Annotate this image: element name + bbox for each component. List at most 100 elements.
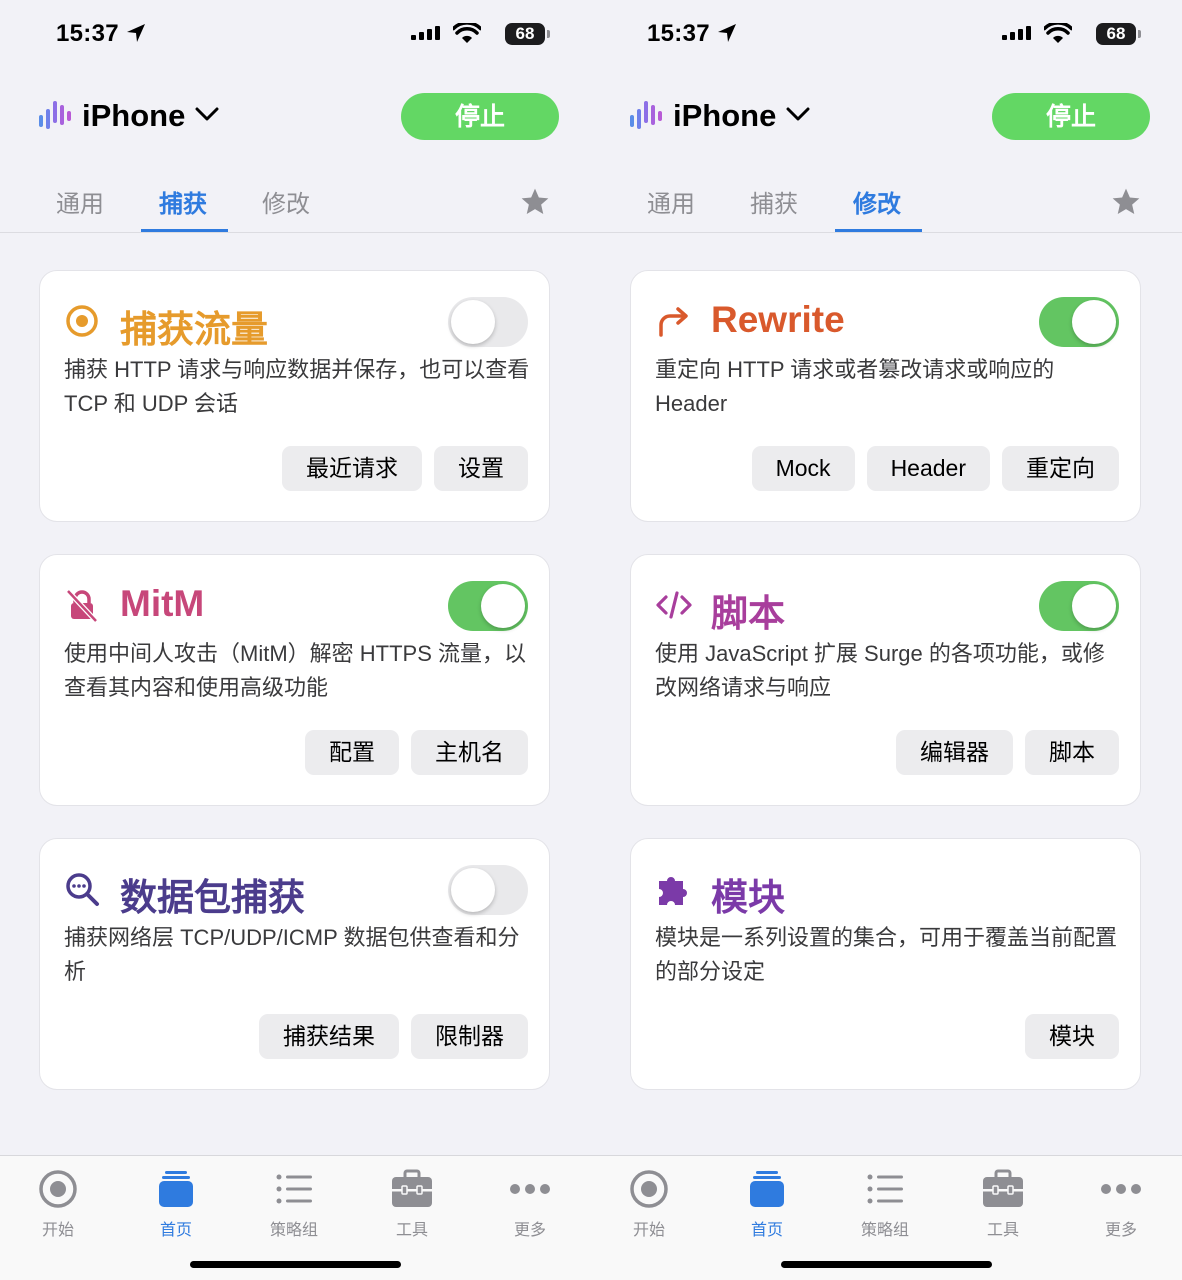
card-title: Rewrite: [711, 299, 845, 340]
tabbar-label: 工具: [986, 1222, 1019, 1239]
tabbar-item-start[interactable]: 开始: [3, 1168, 113, 1240]
settings-button[interactable]: 设置: [434, 446, 528, 491]
battery-indicator: 68: [505, 23, 550, 45]
puzzle-icon: [655, 871, 691, 907]
lock-slash-icon: [64, 587, 100, 623]
stop-button[interactable]: 停止: [401, 93, 559, 140]
tab-modify[interactable]: 修改: [262, 184, 310, 219]
tab-general[interactable]: 通用: [647, 184, 695, 219]
tabbar-label: 开始: [632, 1222, 665, 1239]
tabbar-item-start[interactable]: 开始: [594, 1168, 704, 1240]
star-icon[interactable]: [1110, 186, 1142, 223]
config-button[interactable]: 配置: [305, 730, 399, 775]
status-bar: 15:37 68: [0, 20, 591, 50]
surge-logo-icon: [629, 99, 663, 134]
tabbar-item-policy-groups[interactable]: 策略组: [830, 1168, 940, 1240]
wifi-icon: [1042, 21, 1074, 50]
tabbar-item-policy-groups[interactable]: 策略组: [239, 1168, 349, 1240]
device-selector[interactable]: iPhone: [38, 94, 219, 138]
card-title: MitM: [120, 583, 205, 624]
card-title: 模块: [711, 877, 785, 918]
tabbar-item-more[interactable]: 更多: [1066, 1168, 1176, 1240]
header-button[interactable]: Header: [866, 446, 990, 491]
tabbar-label: 开始: [41, 1222, 74, 1239]
list-icon: [239, 1168, 349, 1210]
limiter-button[interactable]: 限制器: [411, 1014, 528, 1059]
tabbar-label: 更多: [513, 1222, 546, 1239]
card-title: 脚本: [711, 593, 785, 634]
device-selector[interactable]: iPhone: [629, 94, 810, 138]
tabbar-item-tools[interactable]: 工具: [948, 1168, 1058, 1240]
modules-button[interactable]: 模块: [1025, 1014, 1119, 1059]
hostname-button[interactable]: 主机名: [411, 730, 528, 775]
tabbar-item-home[interactable]: 首页: [712, 1168, 822, 1240]
record-circle-icon: [3, 1168, 113, 1210]
code-icon: [655, 587, 692, 623]
record-circle-icon: [594, 1168, 704, 1210]
device-name: iPhone: [82, 98, 186, 133]
tabbar-item-more[interactable]: 更多: [475, 1168, 585, 1240]
home-indicator: [781, 1261, 992, 1268]
active-tab-underline: [835, 229, 922, 232]
list-icon: [830, 1168, 940, 1210]
tab-capture[interactable]: 捕获: [750, 184, 798, 219]
tabbar-item-tools[interactable]: 工具: [357, 1168, 467, 1240]
tab-modify[interactable]: 修改: [853, 184, 901, 219]
tabbar-label: 工具: [395, 1222, 428, 1239]
surge-logo-icon: [38, 99, 72, 134]
capture-results-button[interactable]: 捕获结果: [259, 1014, 399, 1059]
battery-indicator: 68: [1096, 23, 1141, 45]
packet-capture-card: 数据包捕获 捕获网络层 TCP/UDP/ICMP 数据包供查看和分析 捕获结果 …: [39, 838, 550, 1090]
scripts-button[interactable]: 脚本: [1025, 730, 1119, 775]
card-description: 模块是一系列设置的集合，可用于覆盖当前配置的部分设定: [655, 925, 1118, 984]
mitm-card: MitM 使用中间人攻击（MitM）解密 HTTPS 流量，以查看其内容和使用高…: [39, 554, 550, 806]
tabbar-label: 策略组: [269, 1222, 318, 1239]
recent-requests-button[interactable]: 最近请求: [282, 446, 422, 491]
toolbox-icon: [357, 1168, 467, 1210]
card-actions: 编辑器 脚本: [896, 730, 1119, 775]
cellular-signal-icon: [1002, 26, 1034, 49]
editor-button[interactable]: 编辑器: [896, 730, 1013, 775]
capture-toggle[interactable]: [448, 297, 528, 347]
header: 15:37 68 iPhone 停止 通用 捕获 修改: [591, 0, 1182, 233]
tabbar-item-home[interactable]: 首页: [121, 1168, 231, 1240]
bottom-tab-bar: 开始 首页 策略组 工具 更多: [591, 1155, 1182, 1280]
tab-capture[interactable]: 捕获: [159, 184, 207, 219]
card-actions: 配置 主机名: [305, 730, 528, 775]
status-time: 15:37: [647, 20, 710, 47]
tabbar-label: 策略组: [860, 1222, 909, 1239]
script-toggle[interactable]: [1039, 581, 1119, 631]
bottom-tab-bar: 开始 首页 策略组 工具 更多: [0, 1155, 591, 1280]
home-indicator: [190, 1261, 401, 1268]
segment-tabs: 通用 捕获 修改: [0, 172, 591, 232]
wifi-icon: [451, 21, 483, 50]
star-icon[interactable]: [519, 186, 551, 223]
screen-modify: 15:37 68 iPhone 停止 通用 捕获 修改 Rewrite 重定向 …: [591, 0, 1182, 1280]
status-bar: 15:37 68: [591, 20, 1182, 50]
card-description: 捕获网络层 TCP/UDP/ICMP 数据包供查看和分析: [64, 925, 520, 984]
card-title: 捕获流量: [120, 309, 268, 350]
card-actions: 捕获结果 限制器: [259, 1014, 528, 1059]
location-arrow-icon: [125, 22, 147, 49]
stack-icon: [712, 1168, 822, 1210]
script-card: 脚本 使用 JavaScript 扩展 Surge 的各项功能，或修改网络请求与…: [630, 554, 1141, 806]
card-description: 使用中间人攻击（MitM）解密 HTTPS 流量，以查看其内容和使用高级功能: [64, 641, 526, 700]
chevron-down-icon: [786, 107, 810, 126]
mitm-toggle[interactable]: [448, 581, 528, 631]
card-description: 捕获 HTTP 请求与响应数据并保存，也可以查看 TCP 和 UDP 会话: [64, 357, 530, 416]
cellular-signal-icon: [411, 26, 443, 49]
rewrite-toggle[interactable]: [1039, 297, 1119, 347]
tabbar-label: 首页: [750, 1222, 783, 1239]
tabbar-label: 首页: [159, 1222, 192, 1239]
packet-capture-toggle[interactable]: [448, 865, 528, 915]
card-actions: 模块: [1025, 1014, 1119, 1059]
tab-general[interactable]: 通用: [56, 184, 104, 219]
mock-button[interactable]: Mock: [751, 446, 855, 491]
module-card: 模块 模块是一系列设置的集合，可用于覆盖当前配置的部分设定 模块: [630, 838, 1141, 1090]
redirect-button[interactable]: 重定向: [1002, 446, 1119, 491]
stop-button[interactable]: 停止: [992, 93, 1150, 140]
capture-traffic-card: 捕获流量 捕获 HTTP 请求与响应数据并保存，也可以查看 TCP 和 UDP …: [39, 270, 550, 522]
tabbar-label: 更多: [1104, 1222, 1137, 1239]
ellipsis-icon: [475, 1168, 585, 1210]
screen-capture: 15:37 68 iPhone 停止 通用 捕获 修改 捕获流量 捕获 HTTP…: [0, 0, 591, 1280]
